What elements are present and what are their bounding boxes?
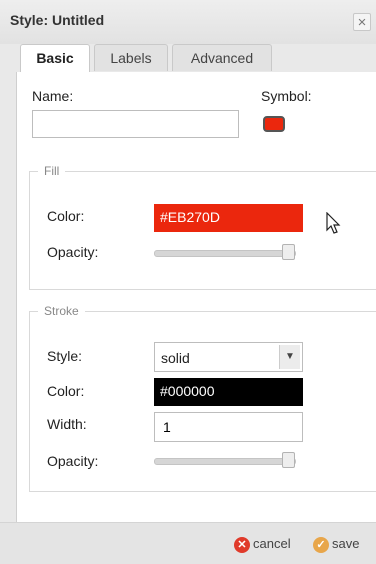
chevron-down-icon: ▼ bbox=[279, 345, 300, 369]
dialog-title: Style: Untitled bbox=[10, 12, 105, 28]
stroke-style-label: Style: bbox=[47, 348, 83, 364]
fill-color-label: Color: bbox=[47, 208, 85, 224]
fill-opacity-track bbox=[154, 250, 296, 257]
cancel-button[interactable]: ✕ cancel bbox=[234, 535, 291, 553]
stroke-legend: Stroke bbox=[44, 304, 79, 318]
stroke-color-field[interactable]: #000000 bbox=[154, 378, 303, 406]
stroke-color-label: Color: bbox=[47, 383, 85, 399]
fill-opacity-handle[interactable] bbox=[282, 244, 295, 260]
fill-fieldset: Fill Color: #EB270D Opacity: bbox=[29, 164, 376, 290]
stroke-style-select[interactable]: solid ▼ bbox=[154, 342, 303, 372]
tab-basic[interactable]: Basic bbox=[20, 44, 90, 73]
basic-panel: Name: Symbol: Fill Color: #EB270D Opacit… bbox=[16, 72, 376, 522]
fill-opacity-label: Opacity: bbox=[47, 244, 99, 260]
stroke-opacity-handle[interactable] bbox=[282, 452, 295, 468]
fill-legend: Fill bbox=[44, 164, 60, 178]
tab-labels[interactable]: Labels bbox=[94, 44, 168, 71]
tab-labels-label: Labels bbox=[110, 50, 152, 66]
stroke-opacity-track bbox=[154, 458, 296, 465]
stroke-opacity-slider[interactable] bbox=[154, 452, 300, 468]
cancel-icon: ✕ bbox=[234, 536, 250, 553]
fill-opacity-slider[interactable] bbox=[154, 244, 300, 260]
name-label: Name: bbox=[32, 88, 74, 104]
stroke-opacity-label: Opacity: bbox=[47, 453, 99, 469]
close-icon: × bbox=[357, 14, 367, 31]
name-input[interactable] bbox=[32, 110, 239, 138]
tab-basic-label: Basic bbox=[36, 50, 74, 66]
stroke-style-value: solid bbox=[161, 350, 190, 366]
symbol-swatch[interactable] bbox=[263, 116, 285, 132]
fill-color-field[interactable]: #EB270D bbox=[154, 204, 303, 232]
style-dialog: Style: Untitled × Basic Labels Advanced … bbox=[0, 0, 376, 564]
stroke-width-label: Width: bbox=[47, 416, 87, 432]
dialog-footer: ✕ cancel ✓ save bbox=[0, 522, 376, 564]
tab-advanced[interactable]: Advanced bbox=[172, 44, 272, 71]
save-button[interactable]: ✓ save bbox=[313, 535, 359, 553]
title-bar: Style: Untitled × bbox=[0, 0, 376, 44]
save-label: save bbox=[332, 536, 360, 551]
tab-advanced-label: Advanced bbox=[190, 50, 254, 66]
cancel-label: cancel bbox=[253, 536, 291, 551]
close-button[interactable]: × bbox=[353, 13, 371, 31]
symbol-label: Symbol: bbox=[261, 88, 312, 104]
stroke-fieldset: Stroke Style: solid ▼ Color: #000000 Wid… bbox=[29, 304, 376, 492]
stroke-width-input[interactable] bbox=[154, 412, 303, 442]
save-icon: ✓ bbox=[313, 536, 329, 553]
mouse-cursor-icon bbox=[326, 212, 341, 234]
